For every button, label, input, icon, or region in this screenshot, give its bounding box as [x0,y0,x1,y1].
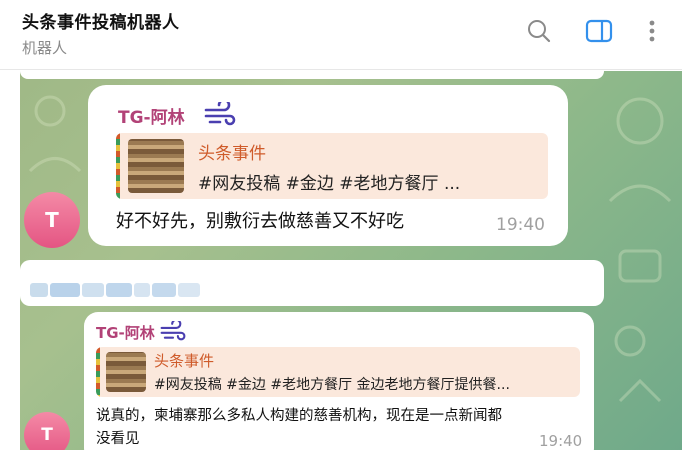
reply-accent-bar [96,347,100,397]
background-pattern-left-icon [28,95,82,173]
chat-area[interactable]: TG-阿林 头条事件 #网友投稿 #金边 #老地方餐厅 ... 好不好先，别敷衍… [0,71,682,450]
search-icon[interactable] [524,16,554,46]
left-panel-edge [0,71,20,450]
message-bubble[interactable]: TG-阿林 头条事件 #网友投稿 #金边 #老地方餐厅 金边老地方餐厅提供餐..… [84,312,594,450]
reply-preview[interactable]: 头条事件 #网友投稿 #金边 #老地方餐厅 金边老地方餐厅提供餐... [96,347,580,397]
avatar[interactable]: T [24,192,80,248]
sender-name[interactable]: TG-阿林 [96,322,155,343]
message-bubble[interactable]: TG-阿林 头条事件 #网友投稿 #金边 #老地方餐厅 ... 好不好先，别敷衍… [88,85,568,246]
message-text-line2: 没看见 [96,431,140,447]
chat-title[interactable]: 头条事件投稿机器人 [22,8,180,33]
reply-title: 头条事件 [198,144,266,164]
reply-accent-bar [116,133,120,199]
reply-text: #网友投稿 #金边 #老地方餐厅 金边老地方餐厅提供餐... [154,377,510,393]
message-time: 19:40 [496,215,545,235]
reply-text: #网友投稿 #金边 #老地方餐厅 ... [198,174,461,194]
message-text-line1: 说真的，柬埔寨那么多私人构建的慈善机构，现在是一点新闻都 [96,408,502,424]
reply-thumbnail [128,139,184,193]
sidebar-toggle-icon[interactable] [584,16,614,46]
chat-header: 头条事件投稿机器人 机器人 [0,0,682,70]
reply-thumbnail [106,352,146,392]
more-vertical-icon[interactable] [637,16,667,46]
background-pattern-icon [608,97,672,403]
chat-subtitle: 机器人 [22,39,68,57]
reply-title: 头条事件 [154,352,215,370]
reply-preview[interactable]: 头条事件 #网友投稿 #金边 #老地方餐厅 ... [116,133,548,199]
blurred-name [30,283,200,297]
sender-name[interactable]: TG-阿林 [118,103,185,128]
wind-emoji-icon [204,102,236,126]
message-text: 好不好先，别敷衍去做慈善又不好吃 [116,211,404,232]
avatar[interactable]: T [24,412,70,450]
message-time: 19:40 [539,432,583,450]
wind-emoji-icon [160,321,186,341]
top-panel-edge [20,71,604,79]
